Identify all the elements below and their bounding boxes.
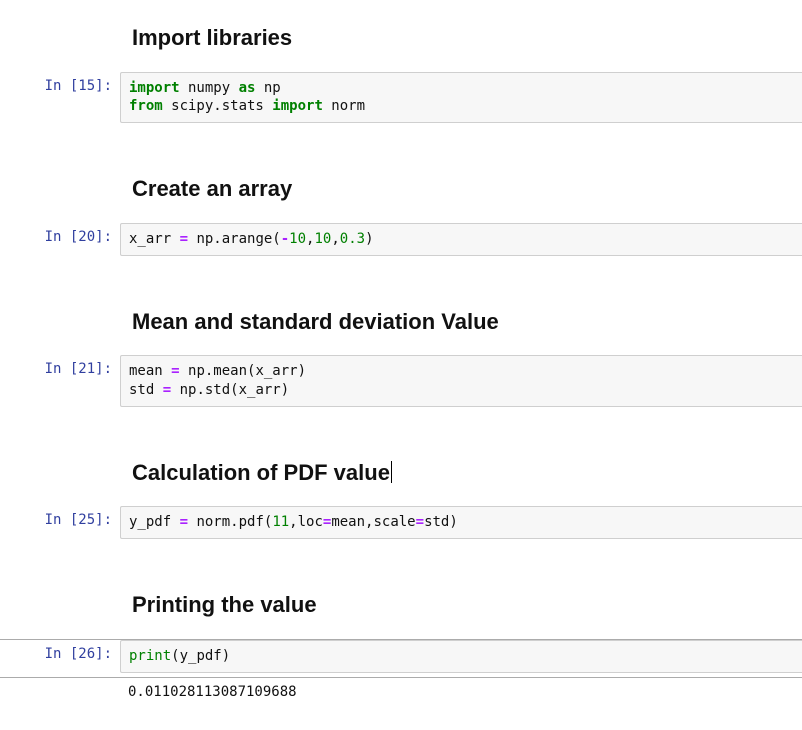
code-token: print: [129, 648, 171, 664]
input-prompt: In [25]:: [0, 506, 120, 534]
empty-prompt: .: [0, 302, 120, 330]
code-token: (y_pdf): [171, 648, 230, 664]
code-token: np: [255, 80, 280, 96]
code-token: mean: [129, 363, 171, 379]
markdown-cell[interactable]: . Mean and standard deviation Value: [0, 302, 802, 352]
code-token: std: [129, 382, 163, 398]
code-token: np.std(x_arr): [171, 382, 289, 398]
code-content: import numpy as np from scipy.stats impo…: [120, 72, 802, 124]
cell-spacer: [0, 141, 802, 169]
markdown-cell[interactable]: . Create an array: [0, 169, 802, 219]
section-heading: Mean and standard deviation Value: [132, 308, 790, 336]
code-cell-wrapper: In [20]:x_arr = np.arange(-10,10,0.3): [0, 223, 802, 256]
code-cell-wrapper: In [26]:print(y_pdf): [0, 639, 802, 678]
code-token: norm.pdf(: [188, 514, 272, 530]
markdown-content: Import libraries: [120, 18, 802, 68]
code-token: norm: [323, 98, 365, 114]
empty-prompt: .: [0, 678, 120, 706]
code-token: scipy.stats: [163, 98, 273, 114]
code-cell[interactable]: In [25]:y_pdf = norm.pdf(11,loc=mean,sca…: [0, 506, 802, 539]
code-content: y_pdf = norm.pdf(11,loc=mean,scale=std): [120, 506, 802, 539]
input-prompt: In [21]:: [0, 355, 120, 383]
section-heading: Import libraries: [132, 24, 790, 52]
code-token: -: [281, 231, 289, 247]
code-token: =: [163, 382, 171, 398]
code-token: mean,scale: [331, 514, 415, 530]
code-token: =: [416, 514, 424, 530]
code-cell[interactable]: In [21]:mean = np.mean(x_arr) std = np.s…: [0, 355, 802, 407]
code-content: mean = np.mean(x_arr) std = np.std(x_arr…: [120, 355, 802, 407]
code-input-area[interactable]: mean = np.mean(x_arr) std = np.std(x_arr…: [120, 355, 802, 407]
empty-prompt: .: [0, 585, 120, 613]
code-token: np.arange(: [188, 231, 281, 247]
code-cell[interactable]: In [20]:x_arr = np.arange(-10,10,0.3): [0, 223, 802, 256]
code-token: 0.3: [340, 231, 365, 247]
input-prompt: In [26]:: [0, 640, 120, 668]
cell-spacer: [0, 274, 802, 302]
cell-spacer: [0, 425, 802, 453]
code-token: 10: [289, 231, 306, 247]
code-token: import: [129, 80, 180, 96]
empty-prompt: .: [0, 169, 120, 197]
cell-spacer: [0, 543, 802, 557]
code-token: import: [272, 98, 323, 114]
cell-spacer: [0, 127, 802, 141]
empty-prompt: .: [0, 453, 120, 481]
empty-prompt: .: [0, 18, 120, 46]
cell-spacer: [0, 557, 802, 585]
code-token: as: [239, 80, 256, 96]
code-cell-wrapper: In [21]:mean = np.mean(x_arr) std = np.s…: [0, 355, 802, 407]
code-token: =: [180, 514, 188, 530]
code-token: =: [171, 363, 179, 379]
code-cell-wrapper: In [15]:import numpy as np from scipy.st…: [0, 72, 802, 124]
code-token: ,loc: [289, 514, 323, 530]
output-cell: .0.011028113087109688: [0, 678, 802, 706]
text-cursor: [391, 461, 392, 483]
code-token: from: [129, 98, 163, 114]
code-token: 11: [272, 514, 289, 530]
code-input-area[interactable]: print(y_pdf): [120, 640, 802, 673]
code-cell[interactable]: In [26]:print(y_pdf): [0, 640, 802, 673]
code-token: x_arr: [129, 231, 180, 247]
markdown-cell[interactable]: . Calculation of PDF value: [0, 453, 802, 503]
output-content: 0.011028113087109688: [120, 678, 802, 706]
code-token: y_pdf: [129, 514, 180, 530]
markdown-cell[interactable]: . Import libraries: [0, 18, 802, 68]
markdown-content: Calculation of PDF value: [120, 453, 802, 503]
output-text: 0.011028113087109688: [120, 678, 802, 706]
code-token: std): [424, 514, 458, 530]
notebook: .Import librariesIn [15]:import numpy as…: [0, 0, 802, 730]
input-prompt: In [15]:: [0, 72, 120, 100]
code-token: ): [365, 231, 373, 247]
code-token: numpy: [180, 80, 239, 96]
markdown-content: Mean and standard deviation Value: [120, 302, 802, 352]
section-heading: Create an array: [132, 175, 790, 203]
code-input-area[interactable]: y_pdf = norm.pdf(11,loc=mean,scale=std): [120, 506, 802, 539]
markdown-content: Create an array: [120, 169, 802, 219]
code-cell[interactable]: In [15]:import numpy as np from scipy.st…: [0, 72, 802, 124]
markdown-cell[interactable]: . Printing the value: [0, 585, 802, 635]
code-input-area[interactable]: import numpy as np from scipy.stats impo…: [120, 72, 802, 124]
input-prompt: In [20]:: [0, 223, 120, 251]
cell-spacer: [0, 411, 802, 425]
code-content: print(y_pdf): [120, 640, 802, 673]
section-heading: Printing the value: [132, 591, 790, 619]
markdown-content: Printing the value: [120, 585, 802, 635]
code-token: ,: [331, 231, 339, 247]
code-content: x_arr = np.arange(-10,10,0.3): [120, 223, 802, 256]
code-token: np.mean(x_arr): [180, 363, 306, 379]
code-token: =: [180, 231, 188, 247]
code-cell-wrapper: In [25]:y_pdf = norm.pdf(11,loc=mean,sca…: [0, 506, 802, 539]
section-heading: Calculation of PDF value: [132, 459, 790, 487]
code-token: 10: [314, 231, 331, 247]
code-input-area[interactable]: x_arr = np.arange(-10,10,0.3): [120, 223, 802, 256]
cell-spacer: [0, 260, 802, 274]
